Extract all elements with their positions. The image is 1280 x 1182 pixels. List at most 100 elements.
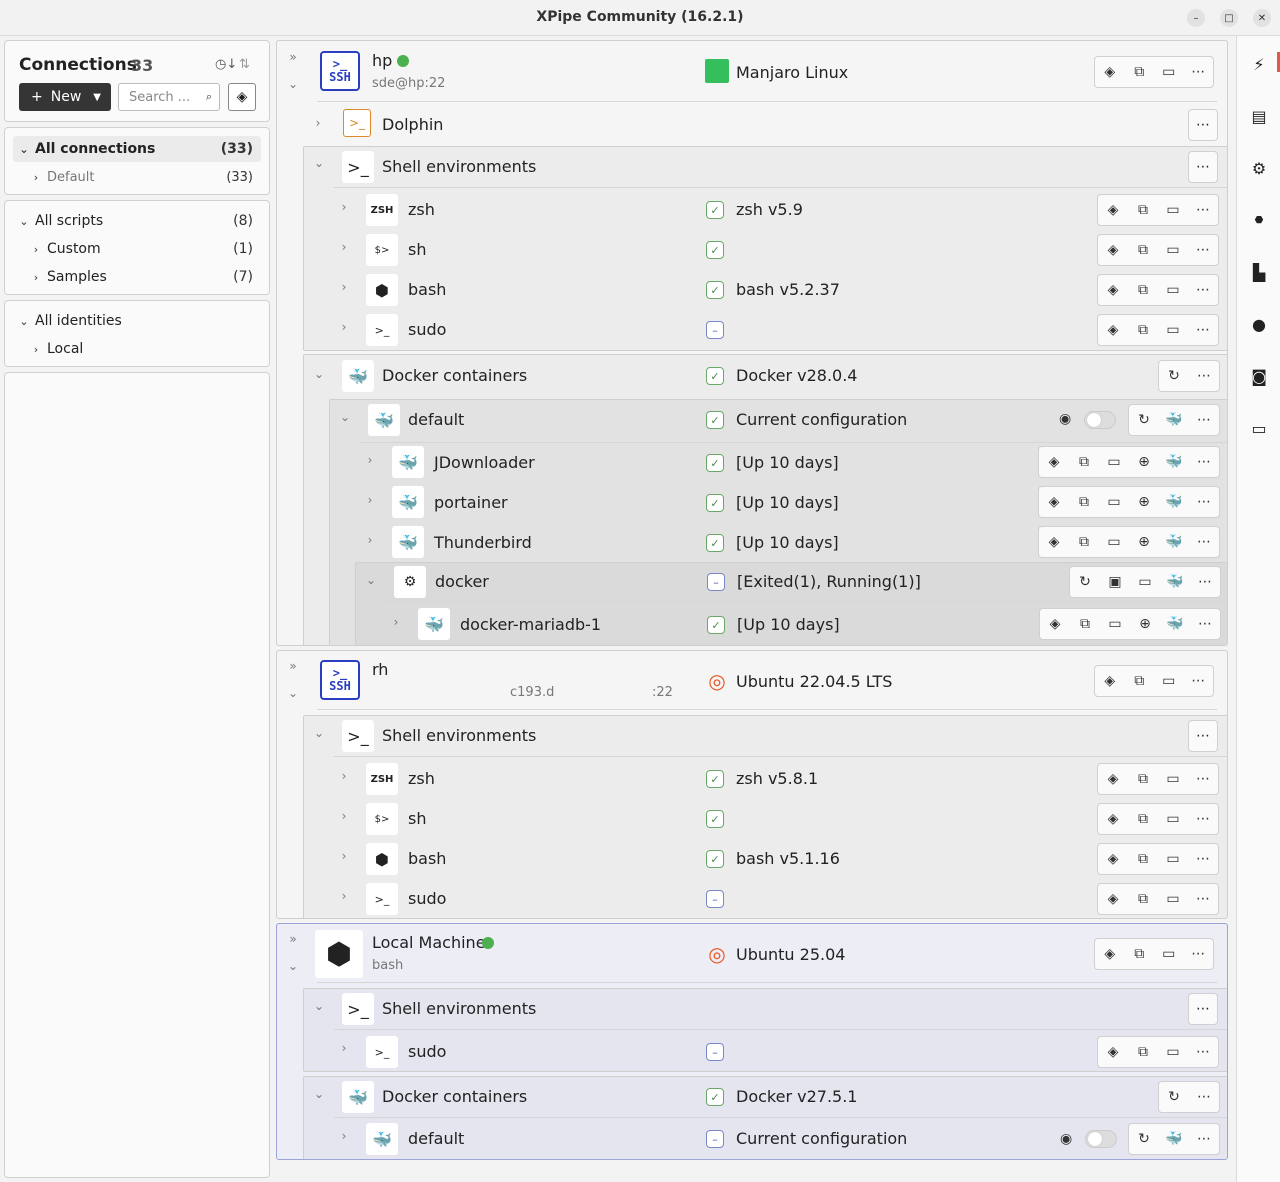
more-icon[interactable]: ⋯ [1188,202,1218,218]
chevron-down-icon[interactable]: ⌄ [285,959,301,973]
more-icon[interactable]: ⋯ [1188,771,1218,787]
plug-icon[interactable]: ⚡ [1247,52,1271,76]
chevron-down-icon[interactable]: ⌄ [337,410,353,424]
terminal-icon[interactable]: ⧉ [1125,673,1155,689]
terminal-icon[interactable]: ⧉ [1128,282,1158,298]
chevron-right-icon[interactable]: › [336,280,352,294]
shell-name[interactable]: zsh [408,200,435,219]
layers-icon[interactable]: ◈ [1095,673,1125,689]
chevron-down-icon[interactable]: ⌄ [311,367,327,381]
more-icon[interactable]: ⋯ [1190,616,1220,632]
more-icon[interactable]: ⋯ [1184,673,1214,689]
visibility-toggle[interactable] [1084,411,1116,429]
group-name[interactable]: Shell environments [382,157,536,176]
folder-icon[interactable]: ▭ [1158,771,1188,787]
github-icon[interactable]: ● [1247,312,1271,336]
layers-icon[interactable]: ◈ [1039,454,1069,470]
terminal-icon[interactable]: ⧉ [1125,64,1155,80]
shell-name[interactable]: sudo [408,320,446,339]
category-local[interactable]: › Local [25,336,261,362]
globe-icon[interactable]: ⊕ [1129,454,1159,470]
layers-icon[interactable]: ◈ [1098,811,1128,827]
docker-icon[interactable]: 🐳 [1160,616,1190,632]
more-icon[interactable]: ⋯ [1188,811,1218,827]
chevron-right-icon[interactable]: › [336,200,352,214]
terminal-icon[interactable]: ⧉ [1069,454,1099,470]
chevron-down-icon[interactable]: ⌄ [363,573,379,587]
dolphin-name[interactable]: Dolphin [382,115,443,134]
shell-name[interactable]: sh [408,809,426,828]
context-name[interactable]: default [408,410,464,429]
terminal-icon[interactable]: ⧉ [1070,616,1100,632]
refresh-icon[interactable]: ↻ [1070,574,1100,590]
folder-icon[interactable]: ▭ [1158,242,1188,258]
folder-icon[interactable]: ▭ [1158,851,1188,867]
shell-name[interactable]: zsh [408,769,435,788]
folder-icon[interactable]: ▭ [1099,494,1129,510]
shell-name[interactable]: sudo [408,1042,446,1061]
terminal-icon[interactable]: ⧉ [1128,242,1158,258]
expand-all-icon[interactable]: » [285,932,301,946]
sort-alpha-icon[interactable]: ⇅ [239,57,250,72]
more-icon[interactable]: ⋯ [1188,993,1218,1025]
category-custom[interactable]: › Custom (1) [25,236,261,262]
chevron-down-icon[interactable]: ⌄ [285,686,301,700]
chevron-right-icon[interactable]: › [388,615,404,629]
folder-icon[interactable]: ▭ [1154,64,1184,80]
terminal-icon[interactable]: ▣ [1100,574,1130,590]
category-samples[interactable]: › Samples (7) [25,264,261,290]
globe-icon[interactable]: ⊕ [1129,534,1159,550]
more-icon[interactable]: ⋯ [1188,242,1218,258]
terminal-icon[interactable]: ⧉ [1069,534,1099,550]
docker-icon[interactable]: 🐳 [1159,412,1189,428]
category-default[interactable]: › Default (33) [25,164,261,190]
refresh-icon[interactable]: ↻ [1159,368,1189,384]
docker-icon[interactable]: 🐳 [1159,534,1189,550]
globe-icon[interactable]: ⊕ [1129,494,1159,510]
folder-icon[interactable]: ▭ [1158,1044,1188,1060]
folder-icon[interactable]: ▭ [1158,811,1188,827]
chevron-down-icon[interactable]: ⌄ [285,77,301,91]
more-icon[interactable]: ⋯ [1184,64,1214,80]
terminal-icon[interactable]: ⧉ [1128,1044,1158,1060]
chevron-right-icon[interactable]: › [362,493,378,507]
group-name[interactable]: Docker containers [382,366,527,385]
shell-name[interactable]: bash [408,849,446,868]
more-icon[interactable]: ⋯ [1189,534,1219,550]
group-name[interactable]: Shell environments [382,726,536,745]
folder-icon[interactable]: ▭ [1130,574,1160,590]
chevron-right-icon[interactable]: › [336,1041,352,1055]
maximize-icon[interactable]: □ [1220,9,1238,27]
more-icon[interactable]: ⋯ [1189,454,1219,470]
more-icon[interactable]: ⋯ [1188,891,1218,907]
folder-icon[interactable]: ▭ [1099,454,1129,470]
layers-icon[interactable]: ◈ [1039,534,1069,550]
eye-off-icon[interactable]: ◉ [1059,411,1071,427]
connection-name[interactable]: hp [372,51,392,70]
folder-icon[interactable]: ▭ [1099,534,1129,550]
terminal-icon[interactable]: ⧉ [1128,322,1158,338]
layers-icon[interactable]: ◈ [1095,946,1125,962]
chevron-right-icon[interactable]: › [362,533,378,547]
connection-name[interactable]: Local Machine [372,933,486,952]
close-icon[interactable]: ✕ [1253,9,1271,27]
terminal-icon[interactable]: ⧉ [1069,494,1099,510]
chevron-right-icon[interactable]: › [336,809,352,823]
more-icon[interactable]: ⋯ [1184,946,1214,962]
layers-icon[interactable]: ◈ [1098,322,1128,338]
group-name[interactable]: Docker containers [382,1087,527,1106]
folder-icon[interactable]: ▭ [1158,282,1188,298]
container-name[interactable]: portainer [434,493,508,512]
category-all-scripts[interactable]: ⌄ All scripts (8) [13,208,261,234]
chevron-right-icon[interactable]: › [310,116,326,130]
more-icon[interactable]: ⋯ [1188,851,1218,867]
docker-icon[interactable]: 🐳 [1160,574,1190,590]
chevron-down-icon[interactable]: ⌄ [311,999,327,1013]
more-icon[interactable]: ⋯ [1188,151,1218,183]
container-name[interactable]: Thunderbird [434,533,532,552]
more-icon[interactable]: ⋯ [1189,1131,1219,1147]
folder-icon[interactable]: ▭ [1154,673,1184,689]
chevron-right-icon[interactable]: › [336,1129,352,1143]
more-icon[interactable]: ⋯ [1190,574,1220,590]
visibility-toggle[interactable] [1085,1130,1117,1148]
